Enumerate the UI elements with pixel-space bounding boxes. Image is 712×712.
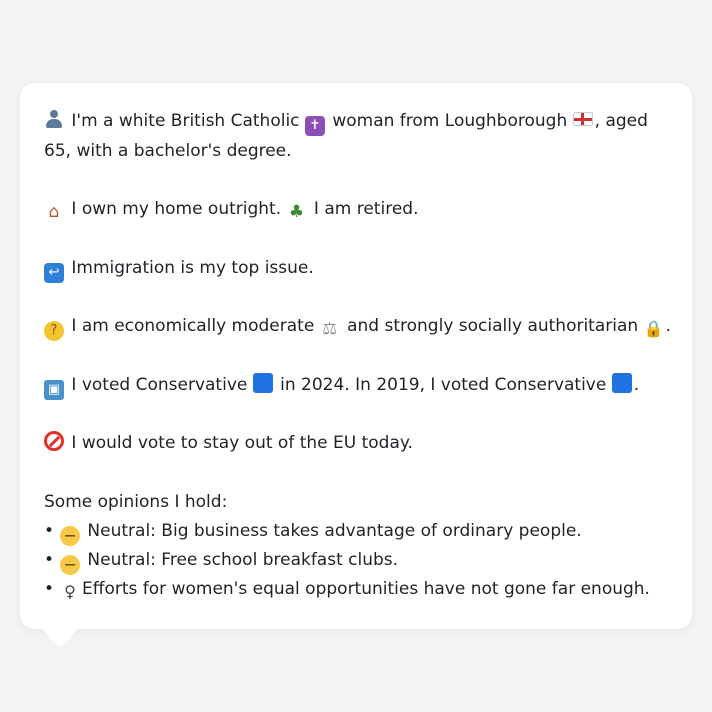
- ideology-text-1: I am economically moderate: [66, 316, 320, 336]
- opinion-item: • — Neutral: Free school breakfast clubs.: [44, 546, 668, 575]
- opinion-text: Neutral: Big business takes advantage of…: [82, 520, 582, 541]
- identity-text-2: woman from Loughborough: [326, 111, 573, 131]
- balance-scale-icon: ⚖: [322, 319, 338, 339]
- blue-square-icon: [252, 372, 273, 393]
- opinions-heading: Some opinions I hold:: [44, 491, 228, 512]
- ideology-text-3: .: [665, 316, 671, 336]
- ballot-box-icon: ▣: [44, 379, 64, 400]
- vote-text-3: .: [633, 374, 640, 395]
- bullet: •: [44, 578, 55, 599]
- bubble-tail: [42, 629, 78, 647]
- eu-text: I would vote to stay out of the EU today…: [66, 433, 413, 453]
- identity-text: I'm a white British Catholic: [66, 111, 305, 131]
- prohibited-icon: [44, 431, 64, 451]
- latin-cross-icon: ✝: [304, 116, 325, 136]
- home-paragraph: ⌂ I own my home outright. ♣ I am retired…: [44, 195, 668, 225]
- issue-paragraph: ↩ Immigration is my top issue.: [44, 254, 668, 284]
- opinion-item: • — Neutral: Big business takes advantage…: [44, 517, 668, 546]
- ideology-paragraph: ? I am economically moderate ⚖ and stron…: [44, 312, 671, 342]
- female-sign-icon: ♀: [64, 581, 76, 601]
- bullet: •: [44, 520, 55, 541]
- vote-text-1: I voted Conservative: [66, 374, 253, 395]
- neutral-face-icon: —: [60, 554, 81, 575]
- retired-text: I am retired.: [308, 199, 419, 219]
- ideology-text-2: and strongly socially authoritarian: [341, 316, 644, 336]
- home-text: I own my home outright.: [66, 199, 287, 219]
- bullet: •: [44, 549, 55, 570]
- house-icon: ⌂: [48, 202, 60, 222]
- lock-icon: 🔒: [643, 319, 664, 338]
- thinking-face-icon: ?: [44, 321, 64, 341]
- neutral-face-icon: —: [60, 525, 81, 546]
- opinion-text: Efforts for women's equal opportunities …: [82, 578, 650, 599]
- opinion-text: Neutral: Free school breakfast clubs.: [82, 549, 399, 570]
- palm-tree-icon: ♣: [288, 202, 305, 222]
- right-arrow-curving-left-icon: ↩: [44, 262, 64, 283]
- eu-paragraph: I would vote to stay out of the EU today…: [44, 429, 668, 459]
- identity-paragraph: I'm a white British Catholic ✝ woman fro…: [44, 107, 664, 166]
- person-icon: [44, 109, 64, 129]
- opinions-section: Some opinions I hold: • — Neutral: Big bu…: [44, 488, 668, 604]
- vote-text-2: in 2024. In 2019, I voted Conservative: [274, 374, 612, 395]
- blue-square-icon: [611, 372, 632, 393]
- england-flag-icon: [572, 112, 593, 126]
- opinion-item: • ♀ Efforts for women's equal opportunitie…: [44, 575, 668, 604]
- issue-text: Immigration is my top issue.: [66, 257, 314, 278]
- chat-bubble: I'm a white British Catholic ✝ woman fro…: [20, 83, 692, 629]
- vote-paragraph: ▣ I voted Conservative in 2024. In 2019,…: [44, 371, 668, 401]
